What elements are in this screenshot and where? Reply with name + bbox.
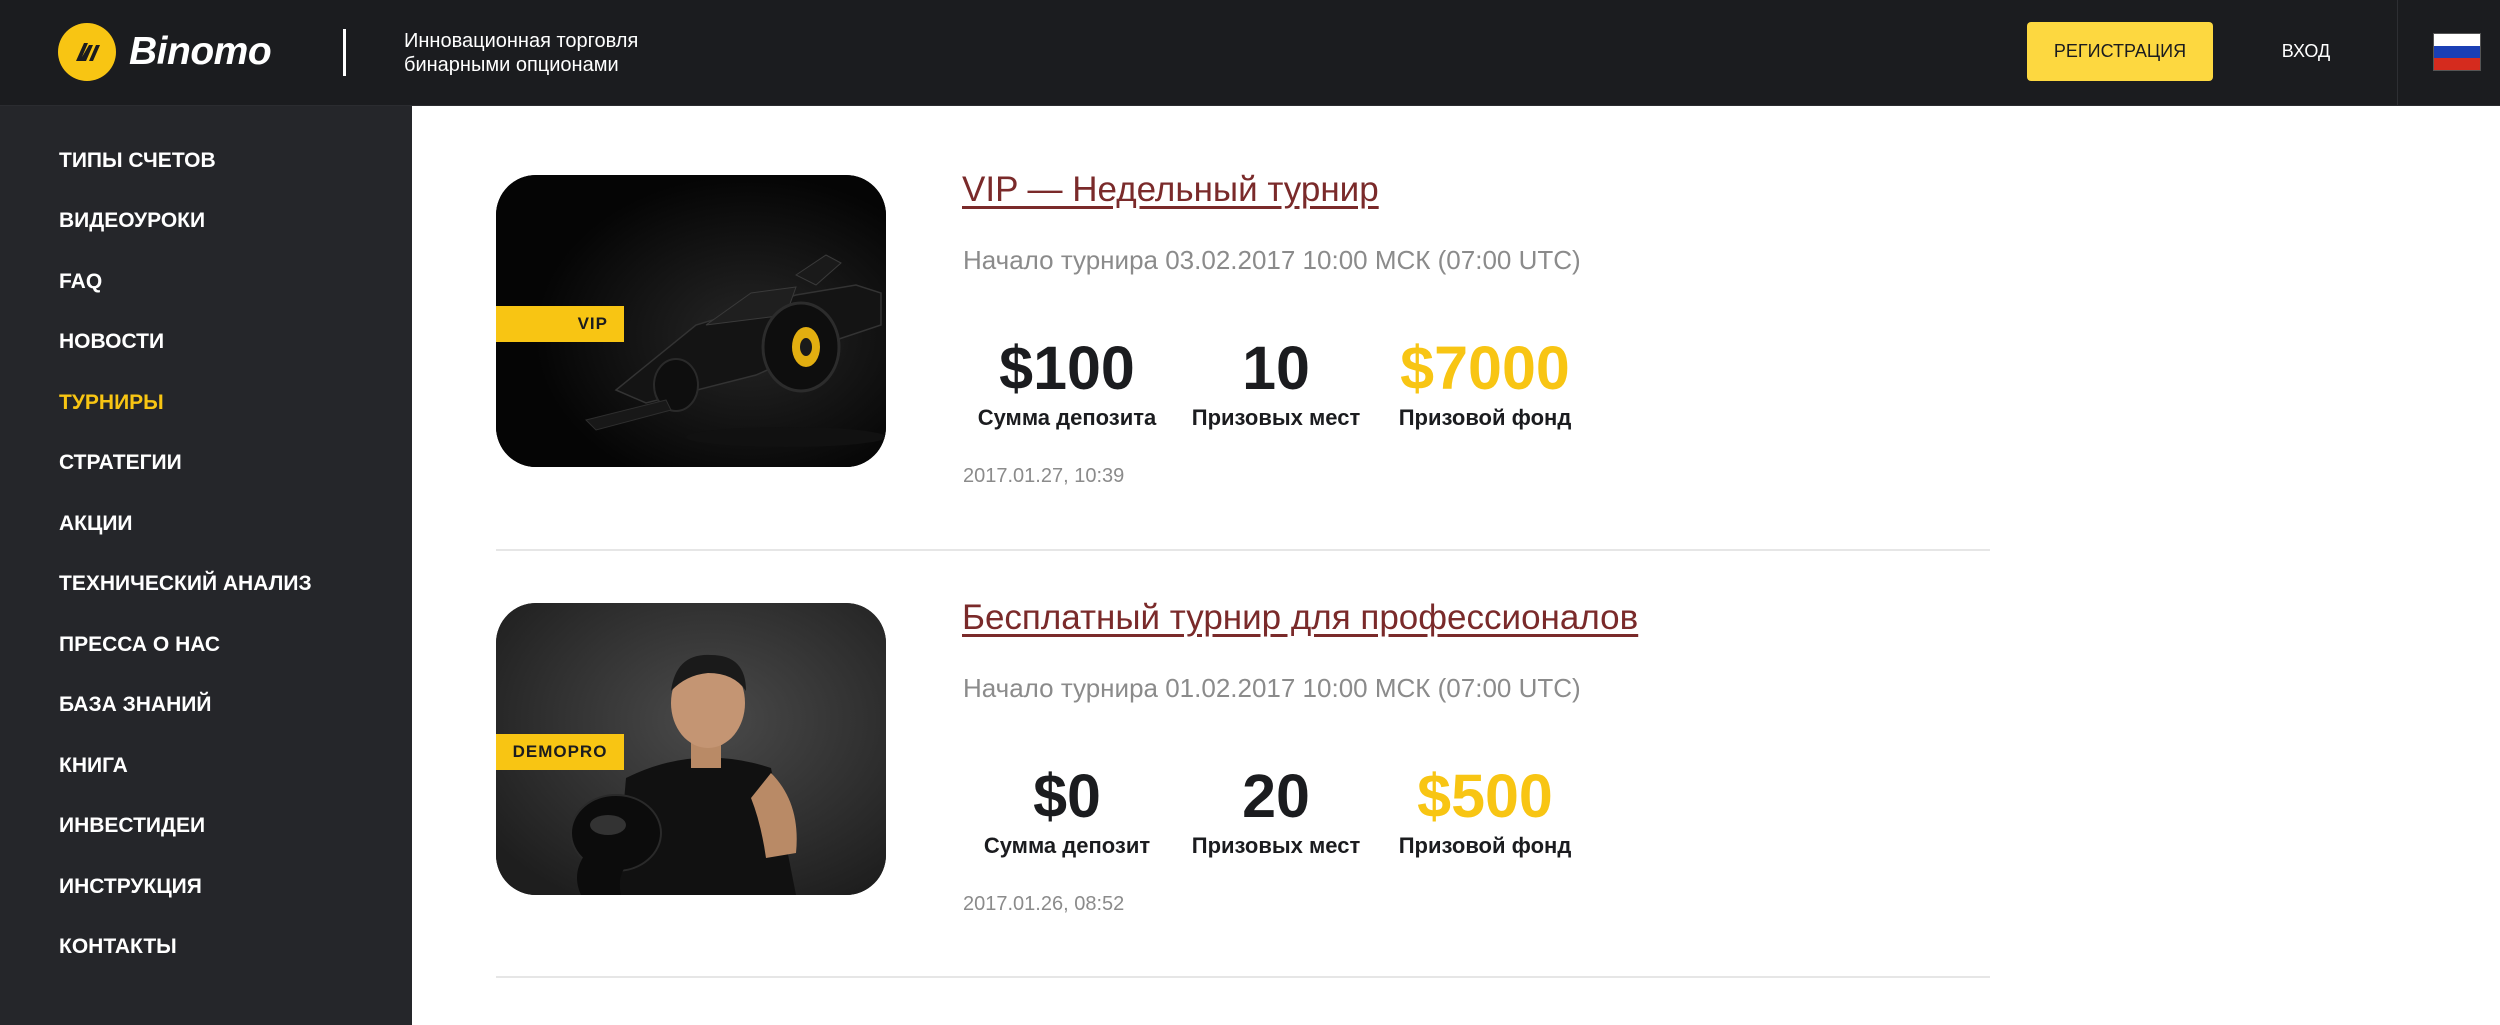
sidebar-item-promotions[interactable]: АКЦИИ xyxy=(59,509,133,539)
flag-ru-icon[interactable] xyxy=(2433,33,2481,71)
deposit-value: $100 xyxy=(999,334,1135,402)
deposit-label: Сумма депозита xyxy=(977,405,1157,430)
deposit-label: Сумма депозит xyxy=(983,833,1151,858)
tournament-badge: DEMOPRO xyxy=(496,734,624,770)
tagline: Инновационная торговля бинарными опциона… xyxy=(404,30,639,76)
tournament-divider xyxy=(496,976,1990,978)
tournament-start: Начало турнира 01.02.2017 10:00 МСК (07:… xyxy=(963,673,1581,703)
sidebar-item-video-lessons[interactable]: ВИДЕОУРОКИ xyxy=(59,206,205,236)
sidebar-item-strategies[interactable]: СТРАТЕГИИ xyxy=(59,448,182,478)
sidebar-item-knowledge-base[interactable]: БАЗА ЗНАНИЙ xyxy=(59,690,211,720)
deposit-stat: $0 Сумма депозит xyxy=(972,761,1162,859)
sidebar-item-technical-analysis[interactable]: ТЕХНИЧЕСКИЙ АНАЛИЗ xyxy=(59,569,312,599)
tournament-title-link[interactable]: VIP — Недельный турнир xyxy=(962,170,1379,210)
register-button[interactable]: РЕГИСТРАЦИЯ xyxy=(2027,22,2213,81)
prize-fund-label: Призовой фонд xyxy=(1398,405,1572,430)
places-label: Призовых мест xyxy=(1191,833,1361,858)
deposit-value: $0 xyxy=(1033,762,1101,830)
places-stat: 20 Призовых мест xyxy=(1186,761,1366,859)
deposit-stat: $100 Сумма депозита xyxy=(972,333,1162,431)
tournament-image[interactable]: VIP xyxy=(496,175,886,467)
sidebar-item-investment-ideas[interactable]: ИНВЕСТИДЕИ xyxy=(59,811,205,841)
prize-fund-value: $7000 xyxy=(1400,334,1570,402)
tournament-badge: VIP xyxy=(496,306,624,342)
prize-fund-value: $500 xyxy=(1417,762,1553,830)
prize-fund-label: Призовой фонд xyxy=(1398,833,1572,858)
binomo-logo-icon xyxy=(58,23,116,81)
prize-fund-stat: $7000 Призовой фонд xyxy=(1390,333,1580,431)
tournament-title-link[interactable]: Бесплатный турнир для профессионалов xyxy=(962,598,1638,638)
places-stat: 10 Призовых мест xyxy=(1186,333,1366,431)
sidebar-item-news[interactable]: НОВОСТИ xyxy=(59,327,164,357)
prize-fund-stat: $500 Призовой фонд xyxy=(1390,761,1580,859)
sidebar-item-instructions[interactable]: ИНСТРУКЦИЯ xyxy=(59,872,202,902)
tournament-start: Начало турнира 03.02.2017 10:00 МСК (07:… xyxy=(963,245,1581,275)
tournament-date: 2017.01.27, 10:39 xyxy=(963,465,1125,487)
places-value: 10 xyxy=(1242,334,1310,402)
sidebar-item-press[interactable]: ПРЕССА О НАС xyxy=(59,630,220,660)
tournament-image[interactable]: DEMOPRO xyxy=(496,603,886,895)
sidebar-item-contacts[interactable]: КОНТАКТЫ xyxy=(59,932,177,962)
places-label: Призовых мест xyxy=(1191,405,1361,430)
top-header: Binomo Инновационная торговля бинарными … xyxy=(0,0,2500,106)
tournament-divider xyxy=(496,549,1990,551)
tournament-date: 2017.01.26, 08:52 xyxy=(963,893,1125,915)
places-value: 20 xyxy=(1242,762,1310,830)
logo-text: Binomo xyxy=(129,30,272,73)
header-divider xyxy=(343,29,346,76)
sidebar-item-tournaments[interactable]: ТУРНИРЫ xyxy=(59,388,164,418)
sidebar-item-book[interactable]: КНИГА xyxy=(59,751,128,781)
login-link[interactable]: ВХОД xyxy=(2260,22,2352,81)
sidebar-nav: ТИПЫ СЧЕТОВ ВИДЕОУРОКИ FAQ НОВОСТИ ТУРНИ… xyxy=(0,106,412,1025)
sidebar-item-account-types[interactable]: ТИПЫ СЧЕТОВ xyxy=(59,146,216,176)
header-separator xyxy=(2397,0,2398,105)
sidebar-item-faq[interactable]: FAQ xyxy=(59,267,102,297)
logo[interactable]: Binomo xyxy=(58,22,272,82)
